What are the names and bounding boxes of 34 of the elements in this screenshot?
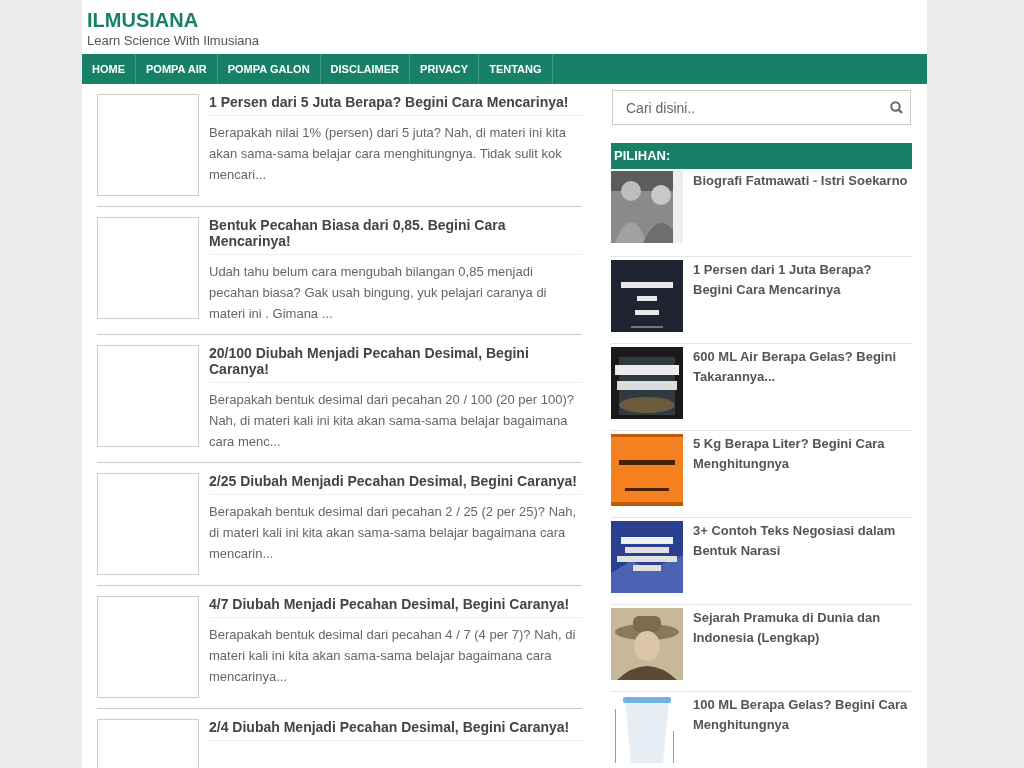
post-excerpt: Udah tahu belum cara mengubah bilangan 0,85 menjadi pecahan biasa? Gak usah bingung, yuk pelajari caranya di materi ini . Gimana ...: [209, 263, 548, 323]
sidebar-post-link[interactable]: 600 ML Air Berapa Gelas? Begini Takarannya...: [693, 347, 912, 387]
search-icon[interactable]: [890, 101, 903, 114]
sidebar-post-link[interactable]: 100 ML Berapa Gelas? Begini Cara Menghitungnya: [693, 695, 912, 735]
post-excerpt: Berapakah nilai 1% (persen) dari 5 juta? Nah, di materi ini kita akan sama-sama belajar cara menghitungnya. Tidak sulit kok mencari...: [209, 124, 567, 184]
thumbnail[interactable]: [97, 217, 199, 319]
post-excerpt: Berapakah bentuk desimal dari pecahan 4 / 7 (4 per 7)? Nah, di materi kali ini kita akan sama-sama belajar bagaimana cara mencarinya...: [209, 626, 577, 686]
thumbnail[interactable]: [97, 345, 199, 447]
sidebar-post-link[interactable]: Sejarah Pramuka di Dunia dan Indonesia (Lengkap): [693, 608, 912, 648]
sidebar-post-link[interactable]: 1 Persen dari 1 Juta Berapa? Begini Cara Mencarinya: [693, 260, 912, 300]
thumbnail[interactable]: [97, 596, 199, 698]
post-title[interactable]: 2/25 Diubah Menjadi Pecahan Desimal, Begini Caranya!: [209, 473, 582, 495]
widget-heading: PILIHAN:: [611, 143, 912, 169]
nav-link[interactable]: POMPA AIR: [136, 54, 218, 84]
post-title[interactable]: 20/100 Diubah Menjadi Pecahan Desimal, Begini Caranya!: [209, 345, 582, 383]
post-excerpt: Berapakah bentuk desimal dari pecahan 2 / 25 (2 per 25)? Nah, di materi kali ini kita akan sama-sama belajar bagaimana cara mencarin...: [209, 503, 578, 563]
post-title[interactable]: 4/7 Diubah Menjadi Pecahan Desimal, Begini Caranya!: [209, 596, 582, 618]
site-title[interactable]: ILMUSIANA: [87, 8, 199, 32]
post-title[interactable]: 1 Persen dari 5 Juta Berapa? Begini Cara Mencarinya!: [209, 94, 582, 116]
nav-link[interactable]: POMPA GALON: [217, 54, 321, 84]
site-tagline: Learn Science With Ilmusiana: [87, 32, 259, 50]
sidebar-post-link[interactable]: 3+ Contoh Teks Negosiasi dalam Bentuk Narasi: [693, 521, 912, 561]
sidebar-post-link[interactable]: Biografi Fatmawati - Istri Soekarno: [693, 171, 908, 191]
search-field[interactable]: Cari disini..: [612, 90, 911, 125]
nav-link[interactable]: PRIVACY: [410, 54, 480, 84]
nav-link[interactable]: HOME: [82, 54, 136, 84]
post-title[interactable]: Bentuk Pecahan Biasa dari 0,85. Begini Cara Mencarinya!: [209, 217, 582, 255]
sidebar-post-link[interactable]: 5 Kg Berapa Liter? Begini Cara Menghitungnya: [693, 434, 912, 474]
nav-link[interactable]: TENTANG: [479, 54, 553, 84]
post-excerpt: Berapakah bentuk desimal dari pecahan 20 / 100 (20 per 100)? Nah, di materi kali ini kita akan sama-sama belajar bagaimana cara menc...: [209, 391, 575, 451]
thumbnail[interactable]: [97, 473, 199, 575]
post-title[interactable]: 2/4 Diubah Menjadi Pecahan Desimal, Begini Caranya!: [209, 719, 582, 741]
thumbnail[interactable]: [97, 94, 199, 196]
nav-link[interactable]: DISCLAIMER: [320, 54, 411, 84]
